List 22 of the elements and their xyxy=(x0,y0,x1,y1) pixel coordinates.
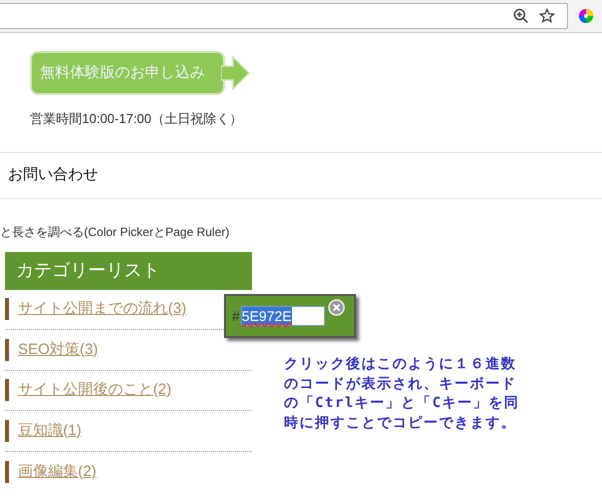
annotation-text: クリック後はこのように１６進数のコードが表示され、キーボードの「Ctrlキー」と「Cキー」を同時に押すことでコピーできます。 xyxy=(284,355,521,432)
category-header: カテゴリーリスト xyxy=(5,252,252,290)
list-marker xyxy=(5,338,9,361)
category-link[interactable]: サイト公開後のこと(2) xyxy=(18,379,172,402)
hash-sign: # xyxy=(232,306,240,326)
list-marker xyxy=(5,379,9,402)
business-hours: 営業時間10:00-17:00（土日祝除く） xyxy=(30,110,244,128)
contact-link[interactable]: お問い合わせ xyxy=(8,164,98,186)
arrow-icon xyxy=(221,55,251,91)
close-icon[interactable] xyxy=(328,299,345,316)
category-link[interactable]: SEO対策(3) xyxy=(18,338,98,361)
color-wheel-icon[interactable] xyxy=(578,8,594,24)
list-marker xyxy=(5,298,9,320)
zoom-icon[interactable] xyxy=(513,8,529,24)
category-link[interactable]: 画像編集(2) xyxy=(18,460,96,483)
list-marker xyxy=(5,420,9,442)
star-icon[interactable] xyxy=(539,8,555,24)
category-link[interactable]: 豆知識(1) xyxy=(18,420,82,442)
list-marker xyxy=(5,460,9,483)
category-link[interactable]: サイト公開までの流れ(3) xyxy=(18,298,186,320)
article-title: と長さを調べる(Color PickerとPage Ruler) xyxy=(0,224,230,240)
color-code-field[interactable]: 5E972E xyxy=(240,306,325,326)
